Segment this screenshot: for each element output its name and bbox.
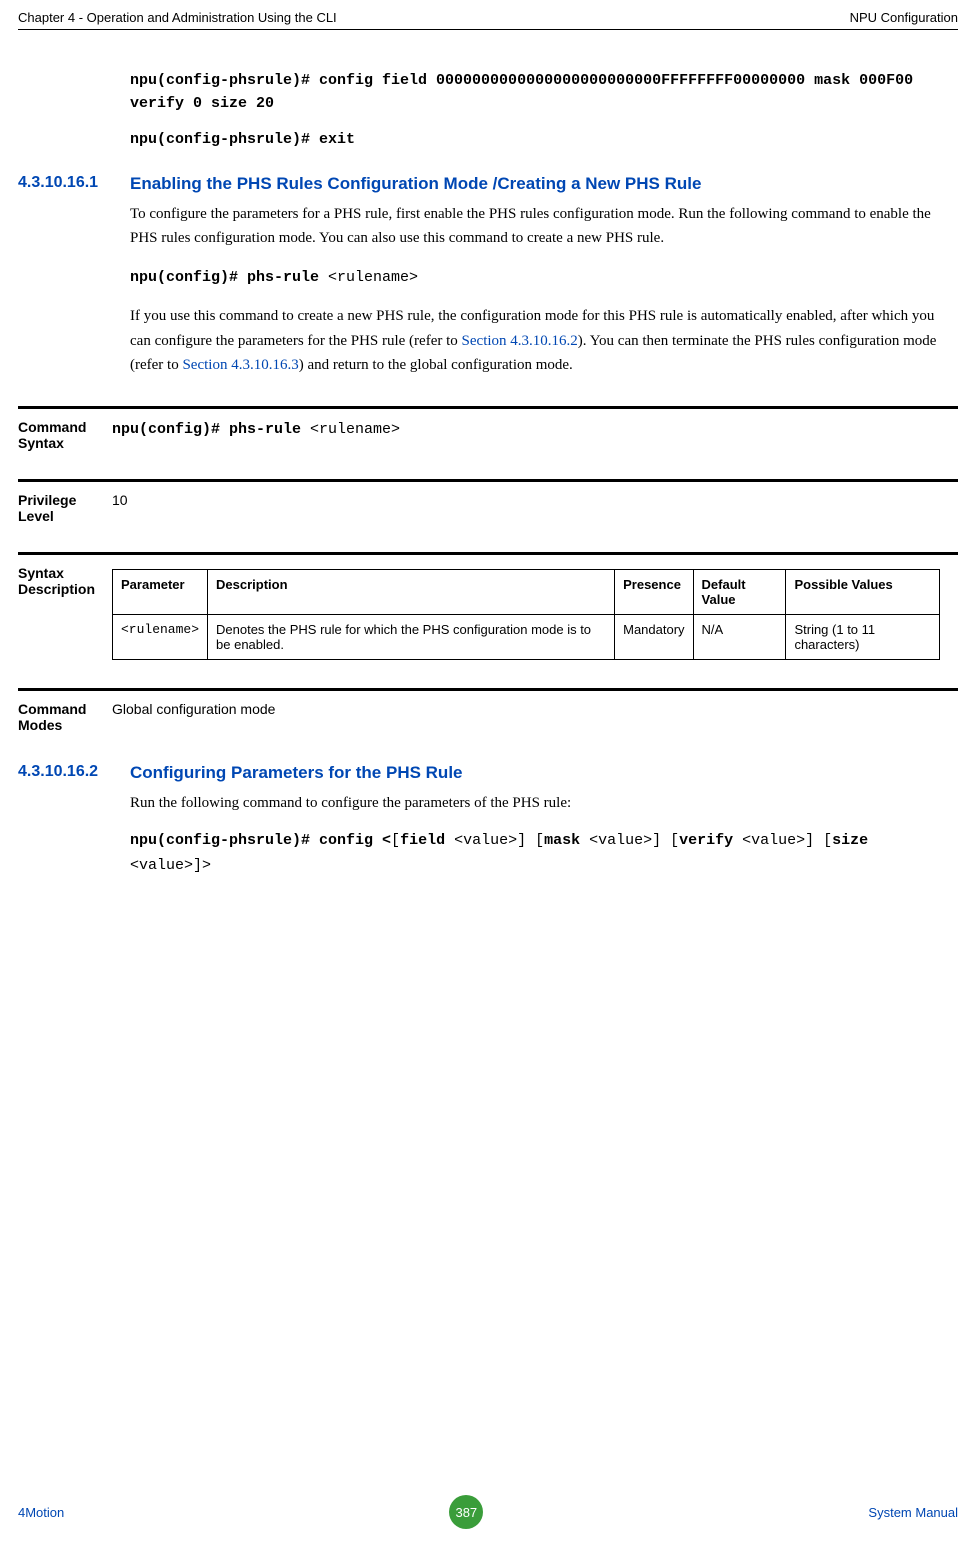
c2-b5: size (832, 832, 868, 849)
section-2-title: Configuring Parameters for the PHS Rule (130, 763, 940, 783)
command-syntax-label: Command Syntax (18, 419, 112, 451)
code-line-1: npu(config-phsrule)# config field 000000… (130, 70, 940, 115)
section-1-heading: 4.3.10.16.1 Enabling the PHS Rules Confi… (18, 174, 958, 194)
footer-left[interactable]: 4Motion (18, 1505, 64, 1520)
section-2-heading: 4.3.10.16.2 Configuring Parameters for t… (18, 763, 958, 783)
command-modes-value: Global configuration mode (112, 701, 940, 733)
page-number-badge: 387 (449, 1495, 483, 1529)
code-arg: <rulename> (328, 269, 418, 286)
section-1-number: 4.3.10.16.1 (18, 174, 130, 194)
command-syntax-content: npu(config)# phs-rule <rulename> (112, 419, 940, 451)
c2-b1: npu(config-phsrule)# config < (130, 832, 391, 849)
cmd-syntax-prefix: npu(config)# phs-rule (112, 421, 310, 438)
xref-link-1[interactable]: Section 4.3.10.16.2 (462, 333, 578, 349)
table-header-row: Parameter Description Presence Default V… (113, 570, 940, 615)
th-default: Default Value (693, 570, 786, 615)
section-2-p1: Run the following command to configure t… (130, 791, 940, 816)
section-2-body: Run the following command to configure t… (130, 791, 940, 877)
page-footer: 4Motion 387 System Manual (18, 1495, 958, 1529)
td-parameter: <rulename> (113, 615, 208, 660)
td-presence: Mandatory (615, 615, 693, 660)
table-row: <rulename> Denotes the PHS rule for whic… (113, 615, 940, 660)
header-left: Chapter 4 - Operation and Administration… (18, 10, 337, 25)
section-1-title: Enabling the PHS Rules Configuration Mod… (130, 174, 940, 194)
header-right: NPU Configuration (850, 10, 958, 25)
command-syntax-box: Command Syntax npu(config)# phs-rule <ru… (18, 406, 958, 451)
xref-link-2[interactable]: Section 4.3.10.16.3 (182, 357, 298, 373)
command-modes-label: Command Modes (18, 701, 112, 733)
section-1-p1: To configure the parameters for a PHS ru… (130, 202, 940, 252)
c2-p1: [ (391, 832, 400, 849)
section-1-p2: If you use this command to create a new … (130, 304, 940, 378)
th-possible: Possible Values (786, 570, 940, 615)
cmd-syntax-arg: <rulename> (310, 421, 400, 438)
syntax-table: Parameter Description Presence Default V… (112, 569, 940, 660)
section-2-number: 4.3.10.16.2 (18, 763, 130, 783)
c2-p5: <value>]> (130, 857, 211, 874)
section-1-body: To configure the parameters for a PHS ru… (130, 202, 940, 379)
c2-p3: <value>] [ (589, 832, 679, 849)
footer-right[interactable]: System Manual (868, 1505, 958, 1520)
td-possible: String (1 to 11 characters) (786, 615, 940, 660)
command-modes-box: Command Modes Global configuration mode (18, 688, 958, 733)
syntax-description-content: Parameter Description Presence Default V… (112, 565, 940, 660)
syntax-description-box: Syntax Description Parameter Description… (18, 552, 958, 660)
p2-c: ) and return to the global configuration… (299, 357, 573, 373)
c2-b4: verify (679, 832, 733, 849)
th-parameter: Parameter (113, 570, 208, 615)
td-description: Denotes the PHS rule for which the PHS c… (208, 615, 615, 660)
td-default: N/A (693, 615, 786, 660)
code-prefix: npu(config)# phs-rule (130, 269, 328, 286)
page-header: Chapter 4 - Operation and Administration… (18, 10, 958, 30)
syntax-description-label: Syntax Description (18, 565, 112, 660)
top-code-block: npu(config-phsrule)# config field 000000… (130, 70, 940, 152)
privilege-level-box: Privilege Level 10 (18, 479, 958, 524)
section-2-code: npu(config-phsrule)# config <[field <val… (130, 828, 940, 878)
code-line-2: npu(config-phsrule)# exit (130, 129, 940, 152)
privilege-level-label: Privilege Level (18, 492, 112, 524)
th-presence: Presence (615, 570, 693, 615)
section-1-code: npu(config)# phs-rule <rulename> (130, 265, 940, 290)
c2-b3: mask (544, 832, 589, 849)
c2-p4: <value>] [ (733, 832, 832, 849)
c2-b2: field (400, 832, 454, 849)
privilege-level-value: 10 (112, 492, 940, 524)
c2-p2: <value>] [ (454, 832, 544, 849)
th-description: Description (208, 570, 615, 615)
